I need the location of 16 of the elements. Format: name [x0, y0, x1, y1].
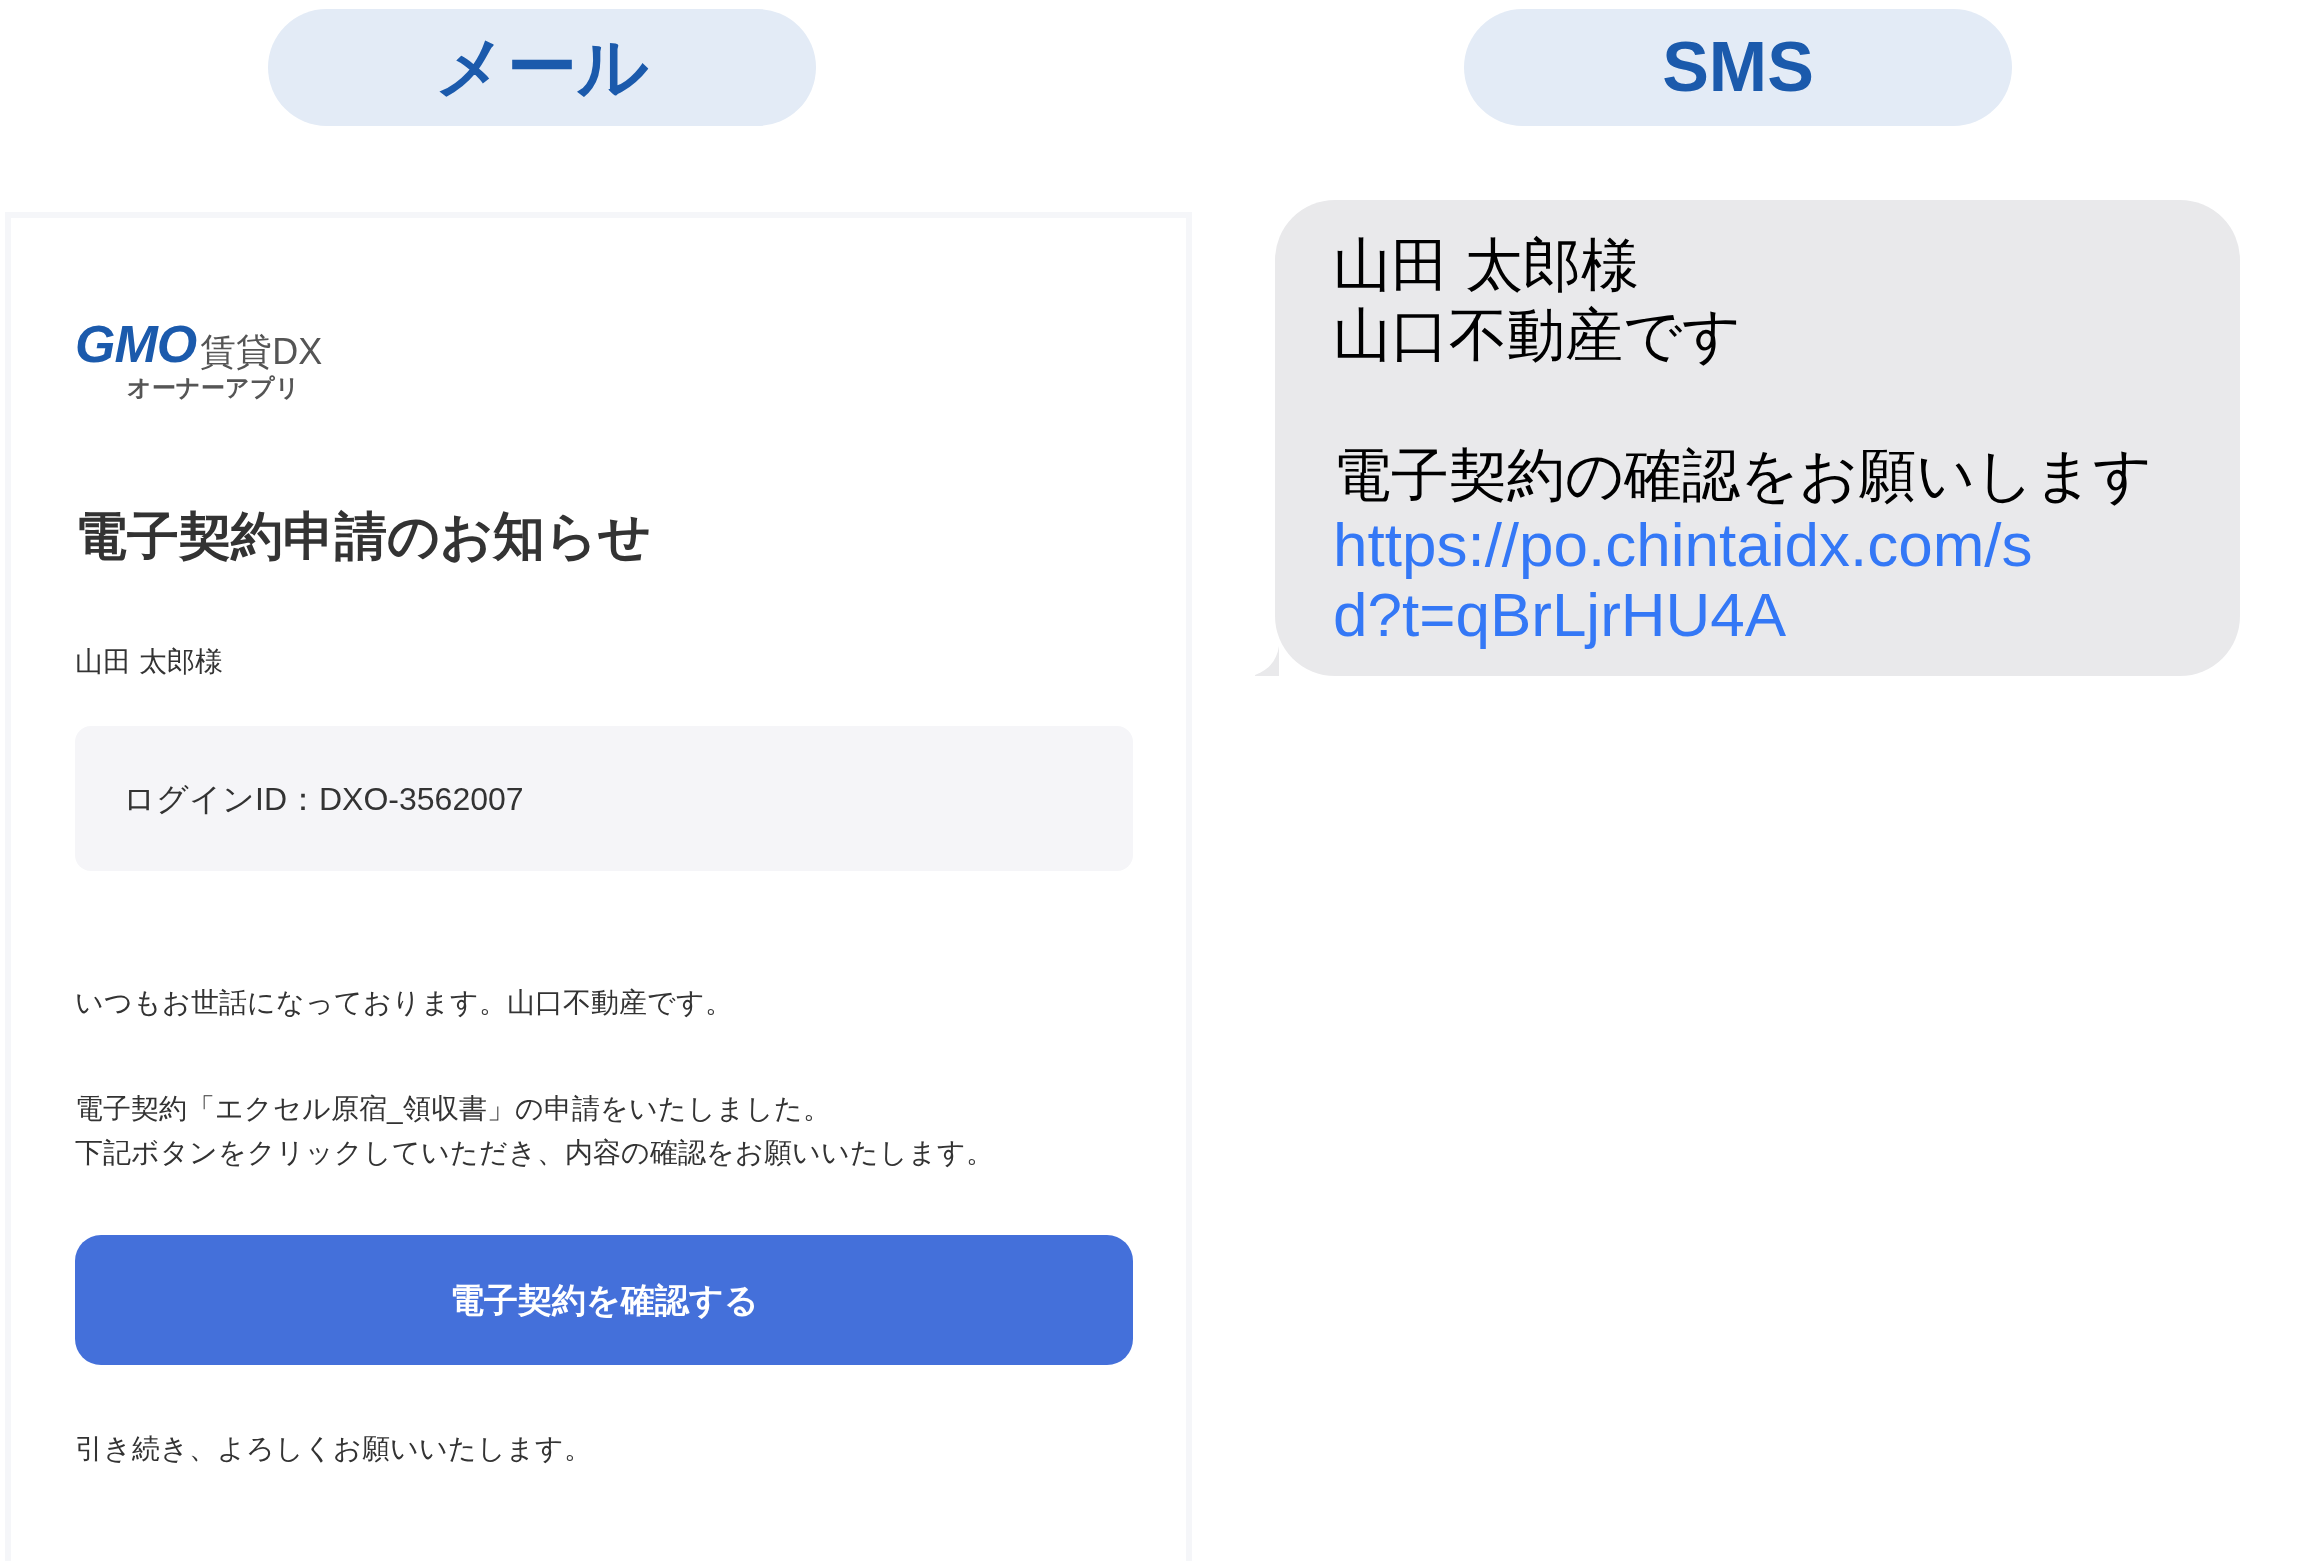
section-label: メール	[268, 9, 816, 126]
sms-link[interactable]: https://po.chintaidx.com/sd?t=qBrLjrHU4A	[1333, 510, 2098, 650]
email-title: 電子契約申請のお知らせ	[75, 510, 652, 562]
logo-subtitle: オーナーアプリ	[127, 376, 300, 400]
section-label: SMS	[1464, 9, 2012, 126]
body-paragraph: 電子契約「エクセル原宿_領収書」の申請をいたしました。 下記ボタンをクリックしていただき、内容の確認をお願いいたします。	[75, 1092, 995, 1170]
recipient-name: 山田 太郎様	[75, 648, 224, 676]
confirm-contract-button[interactable]: 電子契約を確認する	[75, 1235, 1133, 1365]
body-paragraph: いつもお世話になっております。山口不動産です。	[75, 986, 734, 1020]
login-id-box: ログインID：DXO-3562007	[75, 726, 1133, 871]
sms-line: 山口不動産です	[1333, 301, 1742, 369]
logo-brand: GMO	[75, 318, 197, 370]
logo-product: 賃貸DX	[200, 334, 323, 370]
closing-text: 引き続き、よろしくお願いいたします。	[75, 1435, 593, 1463]
sms-message: 電子契約の確認をお願いします	[1333, 441, 2153, 509]
sms-line: 山田 太郎様	[1333, 231, 1641, 299]
